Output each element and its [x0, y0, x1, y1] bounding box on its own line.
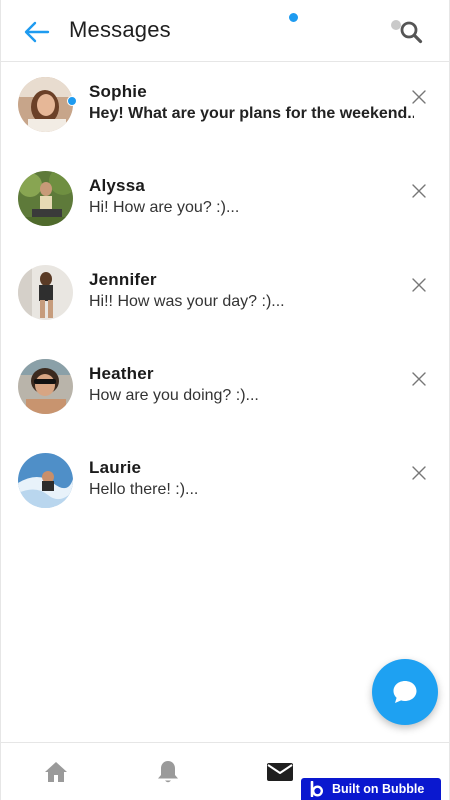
close-icon	[412, 372, 426, 386]
search-button[interactable]	[398, 19, 424, 45]
nav-notifications[interactable]	[138, 743, 198, 800]
badge-label: Built on Bubble	[332, 782, 425, 796]
conversation-item-alyssa[interactable]: Alyssa Hi! How are you? :)...	[1, 156, 449, 250]
conversation-item-sophie[interactable]: Sophie Hey! What are your plans for the …	[1, 62, 449, 156]
nav-home[interactable]	[26, 743, 86, 800]
mail-icon	[267, 763, 293, 781]
dismiss-conversation-button[interactable]	[411, 371, 427, 387]
new-message-button[interactable]	[372, 659, 438, 725]
bell-icon	[158, 761, 178, 783]
back-button[interactable]	[23, 18, 51, 46]
avatar[interactable]	[18, 359, 73, 414]
avatar[interactable]	[18, 171, 73, 226]
unread-badge	[288, 12, 299, 23]
close-icon	[412, 184, 426, 198]
chat-bubble-icon	[393, 681, 417, 703]
messages-screen: Messages Sophie Hey! What are your plans…	[0, 0, 450, 800]
search-icon	[400, 21, 423, 44]
contact-name: Jennifer	[89, 270, 157, 289]
message-preview: Hello there! :)...	[89, 481, 199, 498]
conversation-list: Sophie Hey! What are your plans for the …	[1, 62, 449, 532]
conversation-item-jennifer[interactable]: Jennifer Hi!! How was your day? :)...	[1, 250, 449, 344]
avatar[interactable]	[18, 265, 73, 320]
conversation-item-heather[interactable]: Heather How are you doing? :)...	[1, 344, 449, 438]
home-icon	[45, 762, 67, 782]
close-icon	[412, 90, 426, 104]
page-title: Messages	[69, 17, 171, 42]
arrow-left-icon	[24, 21, 50, 43]
contact-name: Laurie	[89, 458, 142, 477]
avatar[interactable]	[18, 453, 73, 508]
conversation-item-laurie[interactable]: Laurie Hello there! :)...	[1, 438, 449, 532]
close-icon	[412, 466, 426, 480]
bubble-logo-icon	[309, 781, 324, 797]
message-preview: How are you doing? :)...	[89, 387, 259, 404]
built-on-bubble-badge[interactable]: Built on Bubble	[301, 778, 441, 800]
dismiss-conversation-button[interactable]	[411, 465, 427, 481]
contact-name: Heather	[89, 364, 154, 383]
online-indicator	[67, 96, 77, 106]
contact-name: Alyssa	[89, 176, 146, 195]
profile-avatar-dot	[391, 20, 401, 30]
dismiss-conversation-button[interactable]	[411, 183, 427, 199]
contact-name: Sophie	[89, 82, 147, 101]
message-preview: Hi!! How was your day? :)...	[89, 293, 285, 310]
message-preview: Hey! What are your plans for the weekend…	[89, 105, 414, 122]
top-app-bar: Messages	[1, 0, 449, 62]
close-icon	[412, 278, 426, 292]
dismiss-conversation-button[interactable]	[411, 89, 427, 105]
dismiss-conversation-button[interactable]	[411, 277, 427, 293]
avatar[interactable]	[18, 77, 73, 132]
message-preview: Hi! How are you? :)...	[89, 199, 240, 216]
